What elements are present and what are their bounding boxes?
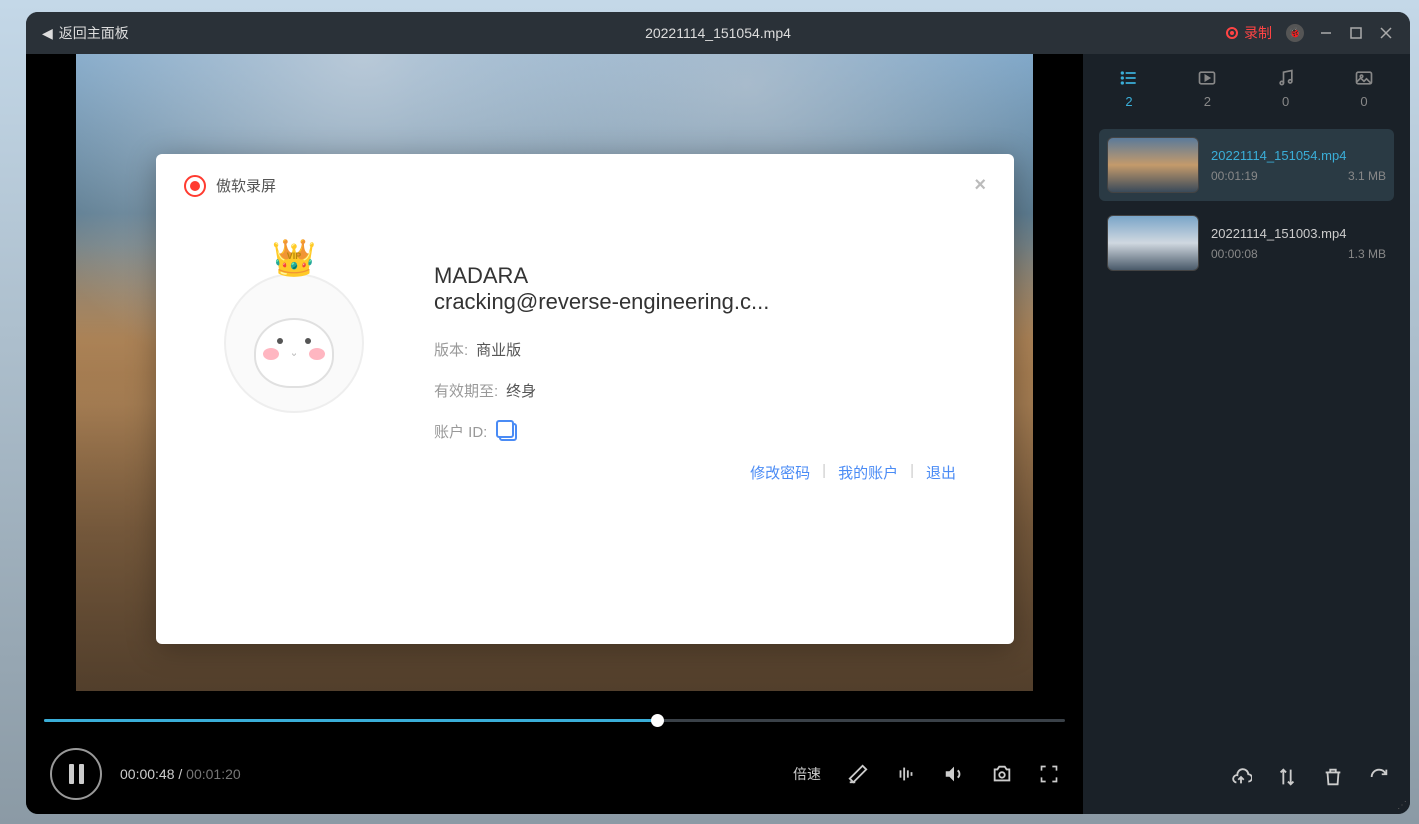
back-button[interactable]: ◀ 返回主面板 <box>42 23 129 43</box>
vip-crown-icon: 👑 VIP <box>272 237 317 279</box>
pause-button[interactable] <box>50 748 102 800</box>
filter-video-count: 2 <box>1204 94 1211 109</box>
filter-all-count: 2 <box>1125 94 1132 109</box>
image-icon <box>1354 68 1374 88</box>
camera-icon[interactable] <box>991 763 1013 785</box>
expiry-value: 终身 <box>506 380 536 401</box>
file-item[interactable]: 20221114_151054.mp4 00:01:19 3.1 MB <box>1099 129 1394 201</box>
file-name: 20221114_151003.mp4 <box>1211 226 1386 241</box>
copy-icon[interactable] <box>499 423 517 441</box>
file-name: 20221114_151054.mp4 <box>1211 148 1386 163</box>
version-value: 商业版 <box>476 339 521 360</box>
fullscreen-icon[interactable] <box>1039 764 1059 784</box>
back-label: 返回主面板 <box>59 23 129 43</box>
file-size: 1.3 MB <box>1348 247 1386 261</box>
delete-icon[interactable] <box>1322 766 1344 788</box>
volume-icon[interactable] <box>943 763 965 785</box>
resize-grip[interactable]: ⋰ <box>1397 800 1407 811</box>
upload-icon[interactable] <box>1230 766 1252 788</box>
titlebar: ◀ 返回主面板 20221114_151054.mp4 录制 🐞 <box>26 12 1410 54</box>
sort-icon[interactable] <box>1276 766 1298 788</box>
record-icon <box>1226 27 1238 39</box>
file-thumbnail <box>1107 137 1199 193</box>
filter-video[interactable]: 2 <box>1197 68 1217 109</box>
progress-bar[interactable] <box>44 719 1065 722</box>
logout-link[interactable]: 退出 <box>926 462 956 483</box>
sidebar: 2 2 0 0 20221114 <box>1083 54 1410 814</box>
user-name: MADARA <box>434 263 956 289</box>
file-item[interactable]: 20221114_151003.mp4 00:00:08 1.3 MB <box>1099 207 1394 279</box>
close-button[interactable] <box>1378 25 1394 41</box>
record-button[interactable]: 录制 <box>1226 23 1272 43</box>
account-modal: 傲软录屏 × 👑 VIP <box>156 154 1014 644</box>
version-label: 版本: <box>434 339 468 360</box>
app-logo-icon <box>184 175 206 197</box>
maximize-button[interactable] <box>1348 25 1364 41</box>
modal-close-button[interactable]: × <box>974 174 986 197</box>
file-duration: 00:01:19 <box>1211 169 1258 183</box>
music-icon <box>1276 68 1296 88</box>
speed-button[interactable]: 倍速 <box>793 764 821 784</box>
filter-image[interactable]: 0 <box>1354 68 1374 109</box>
filter-audio-count: 0 <box>1282 94 1289 109</box>
video-canvas[interactable]: 傲软录屏 × 👑 VIP <box>76 54 1033 691</box>
expiry-label: 有效期至: <box>434 380 498 401</box>
change-password-link[interactable]: 修改密码 <box>750 462 810 483</box>
video-icon <box>1197 68 1217 88</box>
modal-app-name: 傲软录屏 <box>216 175 276 196</box>
refresh-icon[interactable] <box>1368 766 1390 788</box>
avatar: ᵕ <box>224 273 364 413</box>
time-display: 00:00:48 / 00:01:20 <box>120 766 241 782</box>
record-label: 录制 <box>1244 23 1272 43</box>
bug-report-icon[interactable]: 🐞 <box>1286 24 1304 42</box>
window-title: 20221114_151054.mp4 <box>645 25 791 41</box>
player-area: 傲软录屏 × 👑 VIP <box>26 54 1083 814</box>
current-time: 00:00:48 <box>120 766 175 782</box>
user-email: cracking@reverse-engineering.c... <box>434 289 956 315</box>
progress-thumb[interactable] <box>651 714 664 727</box>
file-list: 20221114_151054.mp4 00:01:19 3.1 MB 2022… <box>1099 129 1394 754</box>
account-id-label: 账户 ID: <box>434 421 487 442</box>
file-duration: 00:00:08 <box>1211 247 1258 261</box>
vip-badge-text: VIP <box>287 251 302 261</box>
filter-all[interactable]: 2 <box>1119 68 1139 109</box>
pause-icon <box>69 764 84 784</box>
equalizer-icon[interactable] <box>895 763 917 785</box>
file-size: 3.1 MB <box>1348 169 1386 183</box>
my-account-link[interactable]: 我的账户 <box>838 462 898 483</box>
filter-image-count: 0 <box>1360 94 1367 109</box>
edit-icon[interactable] <box>847 763 869 785</box>
filter-audio[interactable]: 0 <box>1276 68 1296 109</box>
file-thumbnail <box>1107 215 1199 271</box>
minimize-button[interactable] <box>1318 25 1334 41</box>
list-icon <box>1119 68 1139 88</box>
chevron-left-icon: ◀ <box>42 25 53 42</box>
total-time: 00:01:20 <box>186 766 241 782</box>
